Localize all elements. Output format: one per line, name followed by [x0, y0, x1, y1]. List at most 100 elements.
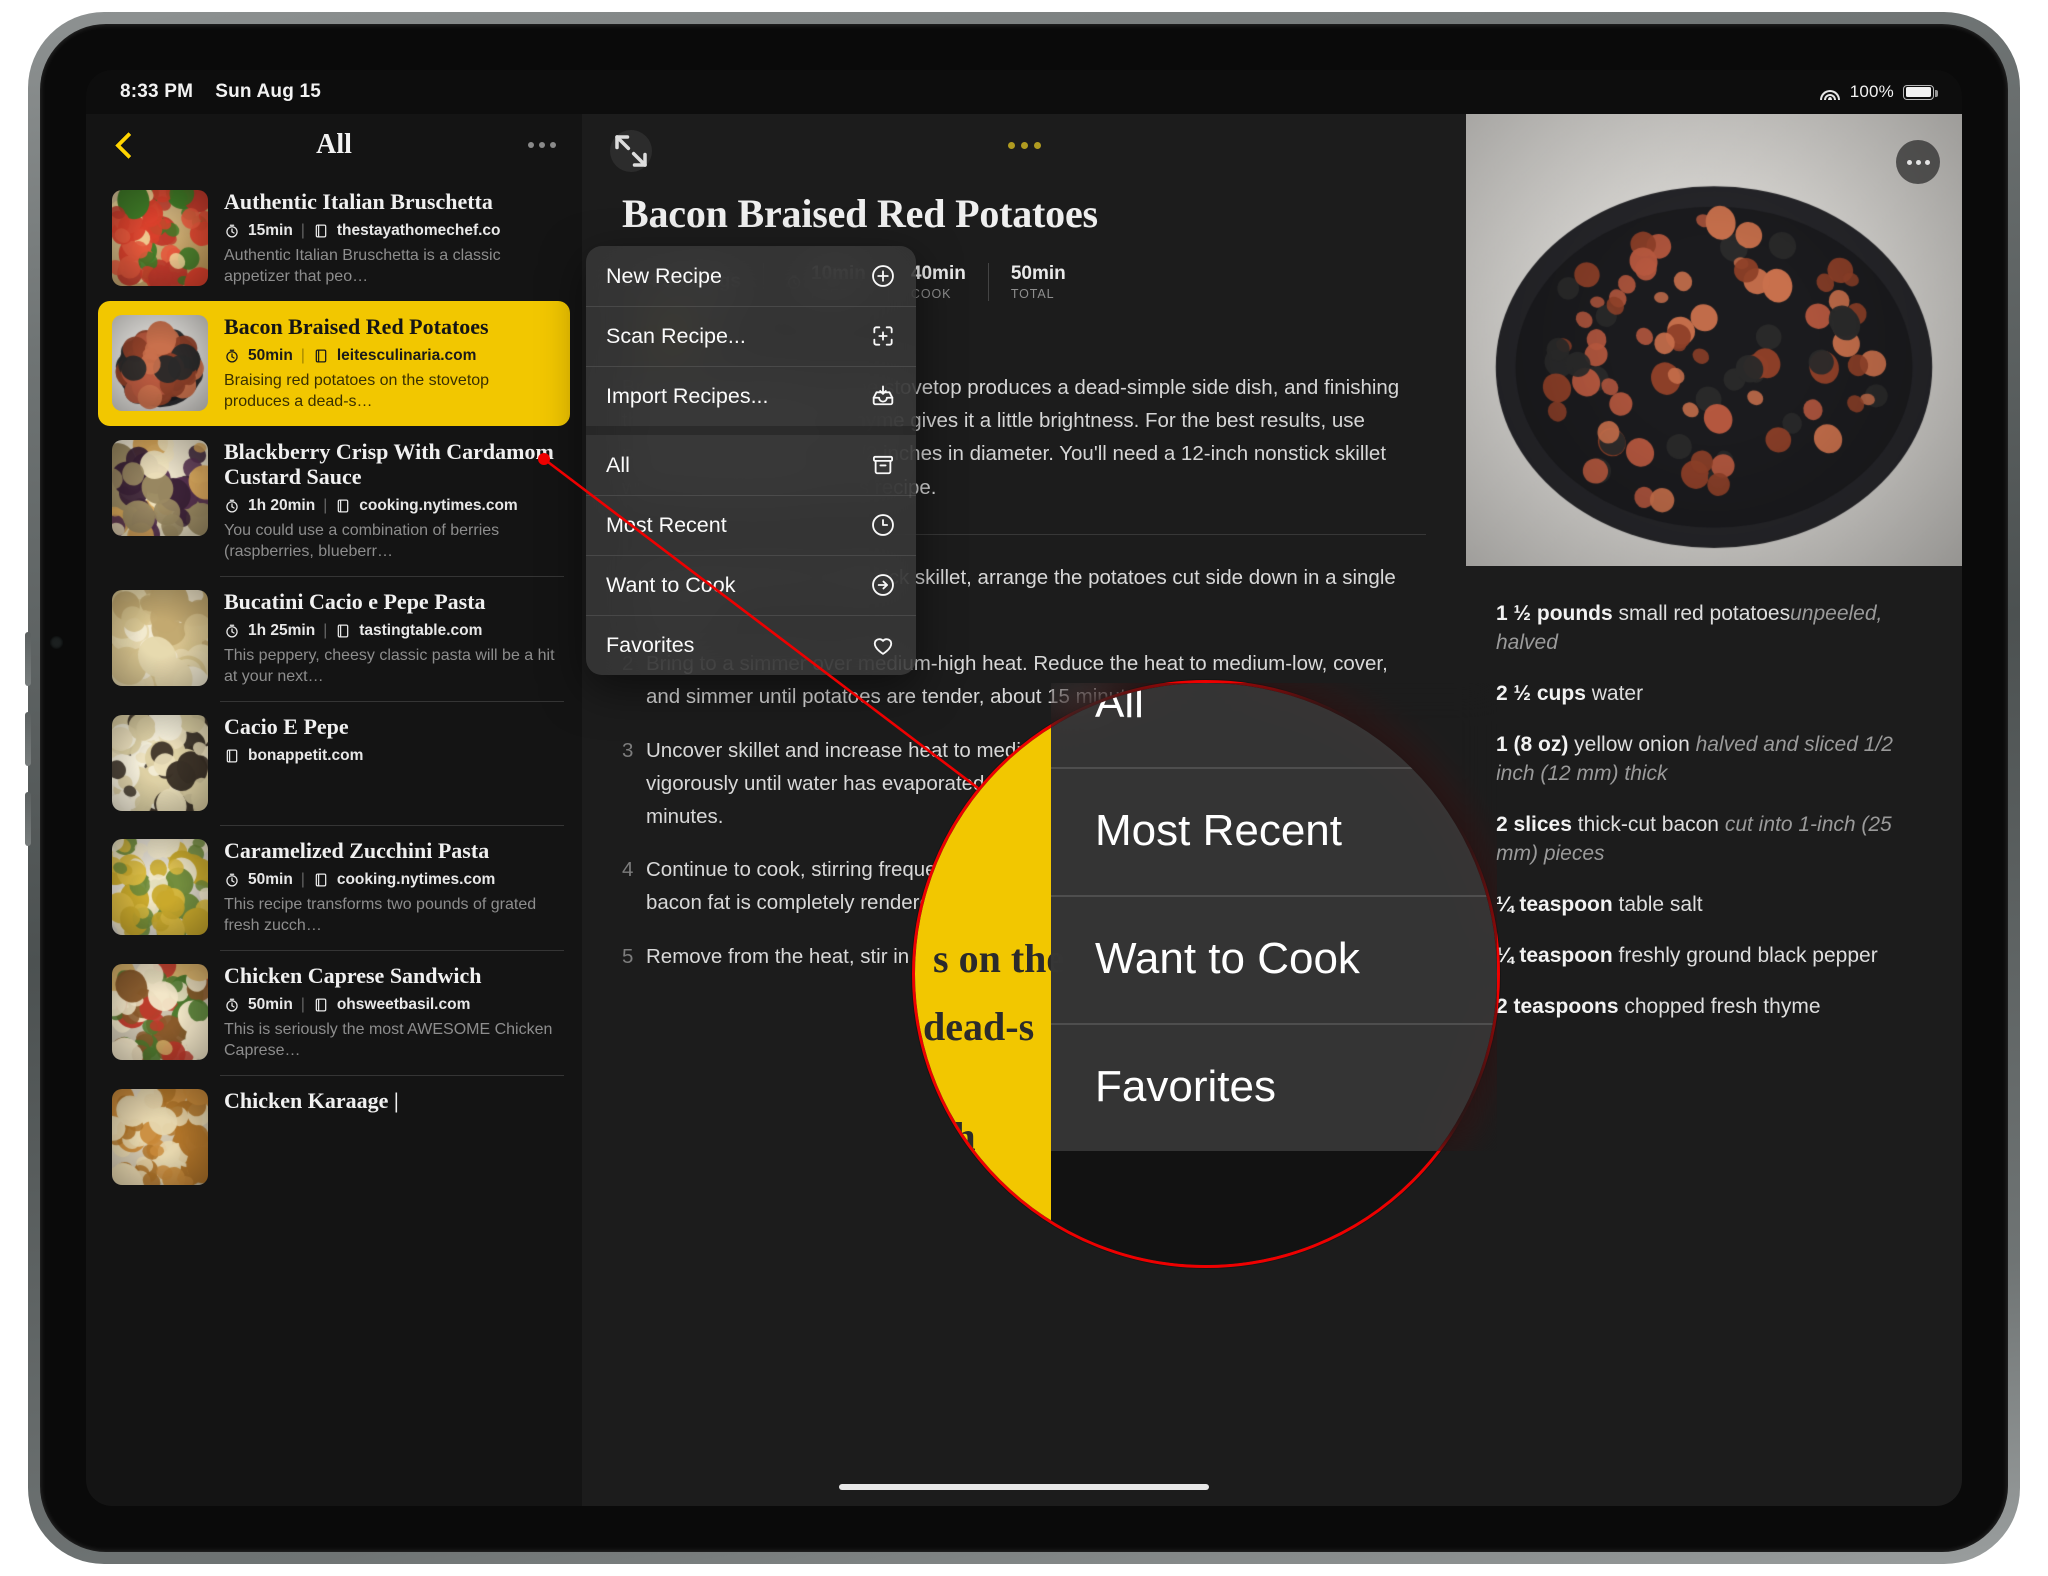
- ingredient-item[interactable]: 2 ½ cups water: [1496, 680, 1932, 709]
- archive-box-icon: [870, 452, 896, 478]
- recipe-item-meta: 50min | cooking.nytimes.com: [224, 871, 556, 889]
- context-menu-item[interactable]: New Recipe: [586, 246, 916, 306]
- recipe-item-text: Blackberry Crisp With Cardamom Custard S…: [224, 440, 556, 562]
- battery-full-icon: [1903, 84, 1938, 100]
- ingredient-item[interactable]: 2 teaspoons chopped fresh thyme: [1496, 993, 1932, 1022]
- hero-more-button[interactable]: [1896, 140, 1940, 184]
- expand-diagonal-icon[interactable]: [610, 130, 652, 172]
- context-menu-label: All: [606, 452, 630, 477]
- context-menu-item[interactable]: Want to Cook: [586, 555, 916, 615]
- recipe-list-item[interactable]: Caramelized Zucchini Pasta 50min | cooking.…: [86, 825, 582, 950]
- recipe-media-ingredients-pane: 1 ½ pounds small red potatoesunpeeled, h…: [1466, 114, 1962, 1506]
- ingredient-item[interactable]: ¼ teaspoon table salt: [1496, 891, 1932, 920]
- ingredient-amount: ¼ teaspoon: [1496, 892, 1613, 916]
- plus-circle-icon: [870, 263, 896, 289]
- book-icon: [224, 748, 240, 764]
- callout-selected-row-highlight: [915, 683, 1051, 1265]
- recipe-item-title: Caramelized Zucchini Pasta: [224, 839, 490, 864]
- detail-grabber-dots[interactable]: [1007, 141, 1041, 149]
- recipe-list-item[interactable]: Authentic Italian Bruschetta 15min | thesta…: [86, 176, 582, 301]
- step-number: 5: [622, 944, 634, 968]
- ingredient-amount: 1 (8 oz): [1496, 732, 1569, 756]
- recipe-item-description: Braising red potatoes on the stovetop pr…: [224, 371, 490, 411]
- context-menu-label: Want to Cook: [606, 572, 736, 597]
- ingredient-item[interactable]: ¼ teaspoon freshly ground black pepper: [1496, 942, 1932, 971]
- recipe-item-time: 50min: [248, 871, 293, 889]
- zoom-callout-content: s on the dead-s ith uce All Most Recent Wa…: [915, 683, 1497, 1265]
- recipe-item-time: 50min: [248, 346, 293, 364]
- recipe-item-time: 15min: [248, 221, 293, 239]
- chicken-caprese-photo: [112, 964, 208, 1061]
- status-date: Sun Aug 15: [215, 81, 322, 102]
- ingredient-item[interactable]: 1 (8 oz) yellow onion halved and sliced …: [1496, 731, 1932, 789]
- recipe-item-source: bonappetit.com: [248, 747, 364, 765]
- recipe-list-item[interactable]: Bucatini Cacio e Pepe Pasta 1h 25min | tast…: [86, 576, 582, 701]
- meta-separator: |: [300, 221, 305, 239]
- status-clock: 8:33 PM: [120, 81, 194, 102]
- ipad-screen: 8:33 PM Sun Aug 15 100% All Authentic It…: [86, 70, 1962, 1506]
- ingredient-name: table salt: [1612, 892, 1703, 916]
- recipe-item-text: Chicken Caprese Sandwich 50min | ohsweetbas…: [224, 964, 556, 1061]
- recipe-item-meta: 15min | thestayathomechef.co: [224, 222, 556, 240]
- total-time-meta: 50min TOTAL: [987, 263, 1088, 301]
- callout-menu-section: All Most Recent Want to Cook Favorites: [1051, 683, 1497, 1151]
- ingredient-name: thick-cut bacon: [1571, 812, 1725, 836]
- library-context-menu[interactable]: New Recipe Scan Recipe... Import Recipes..…: [586, 246, 916, 675]
- recipe-list-item[interactable]: Chicken Caprese Sandwich 50min | ohsweetbas…: [86, 950, 582, 1075]
- recipe-list-item[interactable]: Blackberry Crisp With Cardamom Custard S…: [86, 426, 582, 576]
- recipe-list-item[interactable]: Cacio E Pepe bonappetit.com: [86, 701, 582, 825]
- ingredient-amount: 2 teaspoons: [1496, 994, 1619, 1018]
- ingredient-name: chopped fresh thyme: [1618, 994, 1821, 1018]
- context-menu-label: New Recipe: [606, 263, 722, 288]
- context-menu-item[interactable]: All: [586, 435, 916, 495]
- context-menu-label: Import Recipes...: [606, 383, 769, 408]
- callout-menu-label: Favorites: [1095, 1062, 1276, 1111]
- chevron-left-icon[interactable]: [112, 133, 136, 157]
- meta-separator: |: [300, 871, 305, 889]
- meta-separator: |: [300, 996, 305, 1014]
- red-potatoes-skillet-photo: [112, 315, 208, 412]
- step-number: 4: [622, 858, 634, 882]
- context-menu-item[interactable]: Most Recent: [586, 495, 916, 555]
- volume-button-1[interactable]: [25, 632, 31, 686]
- meta-separator: |: [300, 346, 305, 364]
- recipe-item-time: 50min: [248, 996, 293, 1014]
- arrow-right-circle-icon: [870, 572, 896, 598]
- total-time-label: TOTAL: [1010, 287, 1055, 301]
- recipe-list-item[interactable]: Chicken Karaage |: [86, 1075, 582, 1199]
- callout-menu-item: Favorites: [1051, 1023, 1497, 1151]
- callout-menu-item: Most Recent: [1051, 767, 1497, 895]
- total-time-value: 50min: [1010, 263, 1066, 284]
- volume-button-3[interactable]: [25, 792, 31, 846]
- book-icon: [313, 223, 329, 239]
- recipe-list-item[interactable]: Bacon Braised Red Potatoes 50min | leitescu…: [98, 301, 570, 427]
- callout-menu-item: Want to Cook: [1051, 895, 1497, 1023]
- step-number: 3: [622, 738, 634, 762]
- sidebar-more-button[interactable]: [528, 142, 556, 148]
- recipe-item-title: Bacon Braised Red Potatoes: [224, 315, 489, 340]
- book-icon: [313, 872, 329, 888]
- recipe-list[interactable]: Authentic Italian Bruschetta 15min | thesta…: [86, 176, 582, 1506]
- recipe-item-source: tastingtable.com: [359, 621, 483, 639]
- sidebar-title: All: [316, 129, 352, 160]
- volume-button-2[interactable]: [25, 712, 31, 766]
- context-menu-item[interactable]: Scan Recipe...: [586, 306, 916, 366]
- recipe-item-meta: 50min | ohsweetbasil.com: [224, 996, 556, 1014]
- zoom-callout-circle: s on the dead-s ith uce All Most Recent Wa…: [912, 680, 1500, 1268]
- ingredient-item[interactable]: 1 ½ pounds small red potatoesunpeeled, h…: [1496, 600, 1932, 658]
- ingredient-amount: 2 ½ cups: [1496, 681, 1586, 705]
- bruschetta-photo: [112, 190, 208, 286]
- context-menu-item[interactable]: Import Recipes...: [586, 366, 916, 426]
- recipe-item-title: Chicken Karaage |: [224, 1089, 399, 1114]
- ingredient-amount: ¼ teaspoon: [1496, 943, 1613, 967]
- context-menu-item[interactable]: Favorites: [586, 615, 916, 675]
- ingredient-item[interactable]: 2 slices thick-cut bacon cut into 1-inch…: [1496, 811, 1932, 869]
- home-indicator: [839, 1484, 1209, 1490]
- recipe-item-meta: 50min | leitesculinaria.com: [224, 347, 544, 365]
- recipe-item-meta: 1h 20min | cooking.nytimes.com: [224, 497, 556, 515]
- recipe-item-text: Caramelized Zucchini Pasta 50min | cooking.…: [224, 839, 556, 936]
- status-bar: 8:33 PM Sun Aug 15 100%: [86, 70, 1962, 114]
- cacio-e-pepe-photo: [112, 715, 208, 812]
- book-icon: [335, 623, 351, 639]
- callout-menu-label: Most Recent: [1095, 806, 1342, 855]
